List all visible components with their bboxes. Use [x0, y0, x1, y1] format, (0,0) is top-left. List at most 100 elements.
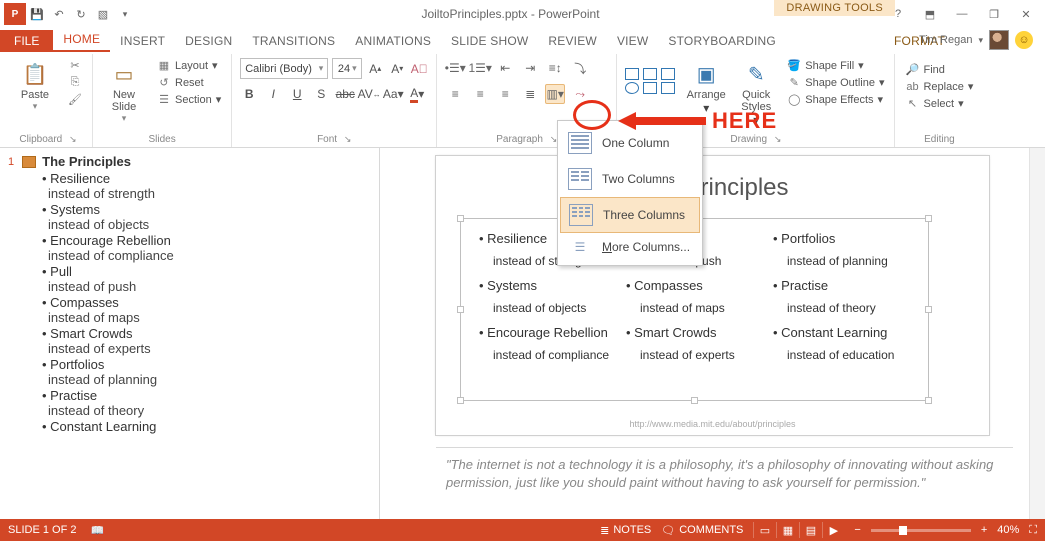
slide-indicator[interactable]: SLIDE 1 OF 2: [8, 524, 76, 536]
tab-transitions[interactable]: TRANSITIONS: [242, 30, 345, 52]
slide-title[interactable]: The Principles: [436, 174, 989, 202]
slide-cell[interactable]: • Constant Learninginstead of education: [773, 325, 910, 362]
avatar[interactable]: [989, 30, 1009, 50]
align-left-button[interactable]: ≡: [445, 84, 465, 104]
convert-smartart-button[interactable]: ⤳: [570, 84, 590, 104]
slide-cell[interactable]: • Portfoliosinstead of planning: [773, 231, 910, 268]
outline-subitem[interactable]: instead of objects: [48, 217, 371, 232]
grow-font-button[interactable]: A▴: [366, 60, 384, 78]
notes-pane[interactable]: "The internet is not a technology it is …: [436, 447, 1013, 513]
resize-handle[interactable]: [457, 397, 464, 404]
slide-cell[interactable]: • Systemsinstead of objects: [479, 278, 616, 315]
slide-cell[interactable]: • Encourage Rebellioninstead of complian…: [479, 325, 616, 362]
outline-item[interactable]: • Resilience: [42, 171, 371, 186]
sorter-view-icon[interactable]: ▦: [776, 522, 798, 538]
slideshow-view-icon[interactable]: ▶: [822, 522, 844, 538]
restore-icon[interactable]: ❐: [981, 3, 1007, 25]
outline-item[interactable]: • Encourage Rebellion: [42, 233, 371, 248]
resize-handle[interactable]: [925, 306, 932, 313]
tab-animations[interactable]: ANIMATIONS: [345, 30, 441, 52]
tab-storyboarding[interactable]: STORYBOARDING: [658, 30, 786, 52]
new-slide-button[interactable]: ▭ New Slide ▾: [101, 58, 147, 124]
strikethrough-button[interactable]: abc: [336, 85, 354, 103]
resize-handle[interactable]: [925, 397, 932, 404]
align-right-button[interactable]: ≡: [495, 84, 515, 104]
underline-button[interactable]: U: [288, 85, 306, 103]
zoom-level[interactable]: 40%: [997, 524, 1019, 536]
close-icon[interactable]: ✕: [1013, 3, 1039, 25]
outline-subitem[interactable]: instead of planning: [48, 372, 371, 387]
bold-button[interactable]: B: [240, 85, 258, 103]
change-case-button[interactable]: Aa▾: [384, 85, 402, 103]
columns-two[interactable]: Two Columns: [558, 161, 702, 197]
resize-handle[interactable]: [691, 397, 698, 404]
comments-toggle[interactable]: 🗨 COMMENTS: [661, 524, 743, 537]
section-button[interactable]: ☰Section ▾: [155, 92, 223, 107]
tab-design[interactable]: DESIGN: [175, 30, 242, 52]
outline-item[interactable]: • Compasses: [42, 295, 371, 310]
qat-customize-icon[interactable]: ▾: [114, 3, 136, 25]
tab-review[interactable]: REVIEW: [538, 30, 607, 52]
redo-icon[interactable]: ↻: [70, 3, 92, 25]
zoom-out-button[interactable]: −: [854, 524, 860, 536]
tab-home[interactable]: HOME: [53, 28, 110, 52]
slide-cell[interactable]: • Compassesinstead of maps: [626, 278, 763, 315]
zoom-in-button[interactable]: +: [981, 524, 987, 536]
outline-subitem[interactable]: instead of experts: [48, 341, 371, 356]
outline-subitem[interactable]: instead of theory: [48, 403, 371, 418]
ribbon-display-icon[interactable]: ⬒: [917, 3, 943, 25]
feedback-icon[interactable]: ☺: [1015, 31, 1033, 49]
font-dialog-launcher[interactable]: ↘: [344, 134, 352, 144]
tab-view[interactable]: VIEW: [607, 30, 658, 52]
bullets-button[interactable]: •☰▾: [445, 58, 465, 78]
find-button[interactable]: 🔎Find: [903, 62, 975, 77]
outline-item[interactable]: • Smart Crowds: [42, 326, 371, 341]
numbering-button[interactable]: 1☰▾: [470, 58, 490, 78]
outline-subitem[interactable]: instead of compliance: [48, 248, 371, 263]
resize-handle[interactable]: [457, 215, 464, 222]
shapes-gallery[interactable]: [625, 58, 677, 104]
notes-toggle[interactable]: ≣ NOTES: [600, 524, 651, 537]
shape-fill-button[interactable]: 🪣Shape Fill ▾: [785, 58, 886, 73]
vertical-scrollbar[interactable]: [1029, 148, 1045, 519]
outline-subitem[interactable]: instead of maps: [48, 310, 371, 325]
save-icon[interactable]: 💾: [26, 3, 48, 25]
spellcheck-icon[interactable]: 📖: [90, 524, 104, 537]
format-painter-button[interactable]: 🖌: [66, 92, 84, 107]
line-spacing-button[interactable]: ≡↕: [545, 58, 565, 78]
replace-button[interactable]: abReplace ▾: [903, 79, 975, 94]
slide-canvas[interactable]: The Principles • Resilienceinstead of st…: [436, 156, 989, 435]
resize-handle[interactable]: [925, 215, 932, 222]
cut-button[interactable]: ✂: [66, 58, 84, 73]
arrange-button[interactable]: ▣Arrange▾: [685, 58, 727, 115]
outline-subitem[interactable]: instead of strength: [48, 186, 371, 201]
increase-indent-button[interactable]: ⇥: [520, 58, 540, 78]
outline-pane[interactable]: 1 The Principles • Resilienceinstead of …: [0, 148, 380, 519]
fit-to-window-icon[interactable]: ⛶: [1029, 524, 1037, 537]
outline-subitem[interactable]: instead of push: [48, 279, 371, 294]
text-direction-button[interactable]: ⤵: [570, 58, 590, 78]
decrease-indent-button[interactable]: ⇤: [495, 58, 515, 78]
paste-button[interactable]: 📋 Paste ▾: [12, 58, 58, 112]
reset-button[interactable]: ↺Reset: [155, 75, 223, 90]
clear-formatting-button[interactable]: A⃠: [410, 60, 428, 78]
outline-item[interactable]: • Systems: [42, 202, 371, 217]
justify-button[interactable]: ≣: [520, 84, 540, 104]
slide-cell[interactable]: • Practiseinstead of theory: [773, 278, 910, 315]
shrink-font-button[interactable]: A▾: [388, 60, 406, 78]
outline-item[interactable]: • Practise: [42, 388, 371, 403]
font-color-button[interactable]: A▾: [408, 85, 426, 103]
columns-button[interactable]: ▥▾: [545, 84, 565, 104]
outline-item[interactable]: • Constant Learning: [42, 419, 371, 434]
shape-outline-button[interactable]: ✎Shape Outline ▾: [785, 75, 886, 90]
undo-icon[interactable]: ↶: [48, 3, 70, 25]
shape-effects-button[interactable]: ◯Shape Effects ▾: [785, 92, 886, 107]
slide-cell[interactable]: • Smart Crowdsinstead of experts: [626, 325, 763, 362]
zoom-slider[interactable]: [871, 529, 971, 532]
font-name-combo[interactable]: Calibri (Body)▾: [240, 58, 328, 79]
char-spacing-button[interactable]: AV↔: [360, 85, 378, 103]
columns-more[interactable]: ☰ More Columns...: [558, 233, 702, 261]
reading-view-icon[interactable]: ▤: [799, 522, 821, 538]
select-button[interactable]: ↖Select ▾: [903, 96, 975, 111]
tab-file[interactable]: FILE: [0, 30, 53, 52]
